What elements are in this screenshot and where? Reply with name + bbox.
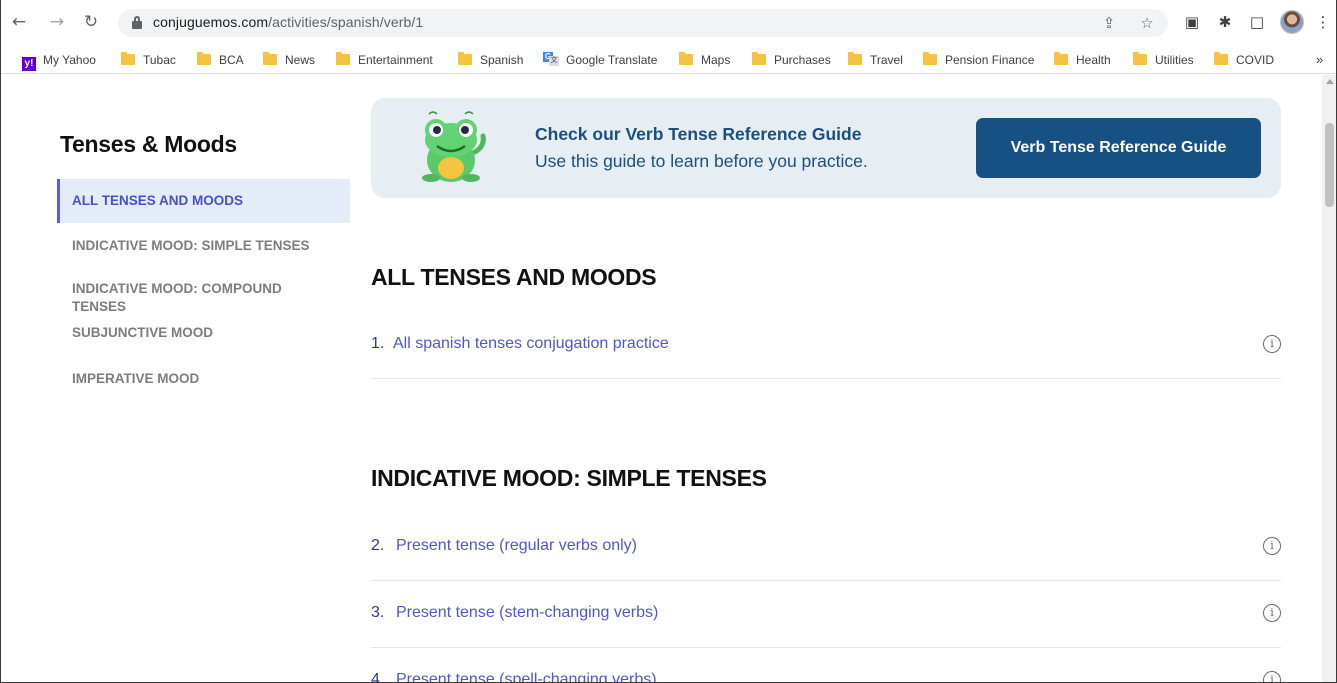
activity-number: 3. (371, 604, 385, 621)
bookmark-news[interactable]: News (263, 50, 315, 70)
lock-icon[interactable] (132, 16, 142, 29)
activity-row: 2. Present tense (regular verbs only) i (371, 515, 1281, 581)
google-translate-icon: G文 (543, 52, 559, 66)
bookmark-label: Maps (701, 53, 731, 67)
profile-avatar[interactable] (1280, 10, 1304, 34)
url-text[interactable]: conjuguemos.com/activities/spanish/verb/… (153, 14, 423, 30)
info-icon[interactable]: i (1263, 604, 1281, 622)
share-icon[interactable]: ⇪ (1098, 12, 1120, 34)
bookmark-utilities[interactable]: Utilities (1133, 50, 1194, 70)
folder-icon (848, 52, 862, 65)
bookmark-bca[interactable]: BCA (197, 50, 244, 70)
url-host: conjuguemos.com (153, 14, 269, 30)
bookmark-label: Pension Finance (945, 53, 1035, 67)
bookmark-label: Google Translate (566, 53, 658, 67)
folder-icon (1214, 52, 1228, 65)
bookmarks-bar: y! My Yahoo Tubac BCA News Entertainment … (0, 46, 1337, 74)
bookmark-label: News (285, 53, 316, 67)
bookmark-purchases[interactable]: Purchases (752, 50, 831, 70)
menu-kebab-icon[interactable]: ⋮ (1312, 11, 1334, 33)
verb-tense-reference-guide-button[interactable]: Verb Tense Reference Guide (976, 118, 1261, 178)
bookmark-label: Purchases (774, 53, 831, 67)
url-path: /activities/spanish/verb/1 (268, 14, 424, 30)
bookmark-label: Tubac (143, 53, 176, 67)
bookmark-label: COVID (1236, 53, 1275, 67)
section-title-all-tenses: ALL TENSES AND MOODS (371, 264, 657, 290)
sidebar-title: Tenses & Moods (60, 131, 237, 157)
banner-title: Check our Verb Tense Reference Guide (535, 124, 862, 144)
folder-icon (679, 52, 693, 65)
bookmark-travel[interactable]: Travel (848, 50, 903, 70)
page-scrollbar[interactable] (1322, 75, 1337, 683)
side-panel-icon[interactable]: □ (1246, 11, 1268, 33)
puzzle-extensions-icon[interactable]: ✱ (1214, 11, 1236, 33)
reload-icon[interactable]: ↻ (80, 11, 102, 33)
info-icon[interactable]: i (1263, 537, 1281, 555)
banner-subtitle: Use this guide to learn before you pract… (535, 151, 868, 171)
bookmark-entertainment[interactable]: Entertainment (336, 50, 433, 70)
bookmark-tubac[interactable]: Tubac (121, 50, 176, 70)
activity-number: 1. (371, 335, 385, 352)
bookmark-label: Health (1076, 53, 1111, 67)
bookmark-google-translate[interactable]: G 文 Google Translate (543, 50, 657, 70)
bookmark-label: My Yahoo (43, 53, 96, 67)
info-icon[interactable]: i (1263, 335, 1281, 353)
extension-icon[interactable]: ▣ (1181, 11, 1203, 33)
scroll-up-arrow-icon[interactable] (1326, 79, 1334, 84)
info-icon[interactable]: i (1263, 671, 1281, 683)
bookmark-health[interactable]: Health (1054, 50, 1111, 70)
activity-row: 3. Present tense (stem-changing verbs) i (371, 582, 1281, 648)
bookmark-label: BCA (219, 53, 244, 67)
page-content: Tenses & Moods ALL TENSES AND MOODS INDI… (0, 75, 1322, 683)
folder-icon (263, 52, 277, 65)
address-bar[interactable]: conjuguemos.com/activities/spanish/verb/… (118, 9, 1168, 37)
activity-row: 4. Present tense (spell-changing verbs) … (371, 649, 1281, 683)
sidebar-item-indicative-compound[interactable]: INDICATIVE MOOD: COMPOUND TENSES (57, 280, 337, 316)
activity-number: 4. (371, 671, 385, 683)
sidebar-item-imperative[interactable]: IMPERATIVE MOOD (57, 370, 350, 388)
bookmark-label: Utilities (1155, 53, 1194, 67)
folder-icon (923, 52, 937, 65)
bookmark-pension-finance[interactable]: Pension Finance (923, 50, 1034, 70)
forward-arrow-icon[interactable]: → (46, 11, 68, 33)
reference-guide-banner: Check our Verb Tense Reference Guide Use… (371, 98, 1281, 198)
folder-icon (1133, 52, 1147, 65)
folder-icon (458, 52, 472, 65)
activity-number: 2. (371, 537, 385, 554)
browser-toolbar: ← → ↻ conjuguemos.com/activities/spanish… (0, 0, 1337, 46)
bookmark-label: Entertainment (358, 53, 433, 67)
bookmark-spanish[interactable]: Spanish (458, 50, 523, 70)
bookmark-label: Travel (870, 53, 903, 67)
folder-icon (197, 52, 211, 65)
section-title-indicative-simple: INDICATIVE MOOD: SIMPLE TENSES (371, 465, 767, 491)
folder-icon (752, 52, 766, 65)
more-bookmarks-chevron[interactable]: » (1316, 50, 1323, 70)
folder-icon (121, 52, 135, 65)
activity-link[interactable]: Present tense (spell-changing verbs) (396, 671, 657, 683)
scroll-thumb[interactable] (1325, 123, 1334, 207)
folder-icon (1054, 52, 1068, 65)
sidebar-item-indicative-simple[interactable]: INDICATIVE MOOD: SIMPLE TENSES (57, 237, 350, 255)
activity-link[interactable]: Present tense (regular verbs only) (396, 537, 637, 555)
activity-row: 1. All spanish tenses conjugation practi… (371, 313, 1281, 379)
bookmark-covid[interactable]: COVID (1214, 50, 1274, 70)
back-arrow-icon[interactable]: ← (8, 11, 30, 33)
bookmark-star-icon[interactable]: ☆ (1136, 12, 1158, 34)
activity-link[interactable]: All spanish tenses conjugation practice (393, 335, 669, 353)
bookmark-my-yahoo[interactable]: y! My Yahoo (22, 50, 96, 71)
frog-mascot-icon (422, 111, 486, 182)
activity-link[interactable]: Present tense (stem-changing verbs) (396, 604, 658, 622)
bookmark-label: Spanish (480, 53, 524, 67)
sidebar-item-subjunctive[interactable]: SUBJUNCTIVE MOOD (57, 324, 350, 342)
folder-icon (336, 52, 350, 65)
bookmark-maps[interactable]: Maps (679, 50, 730, 70)
sidebar-item-all-tenses[interactable]: ALL TENSES AND MOODS (57, 179, 350, 223)
yahoo-icon: y! (22, 57, 36, 71)
